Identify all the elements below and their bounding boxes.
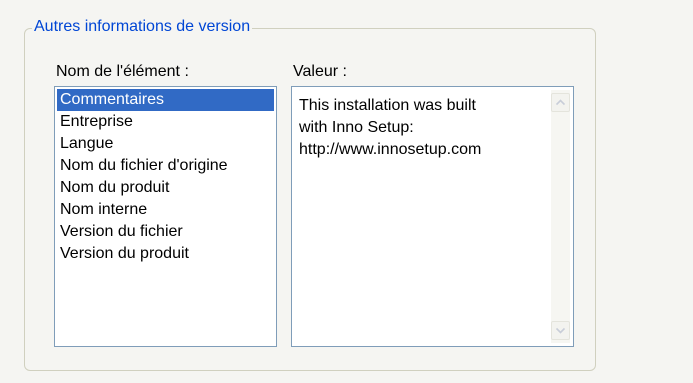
list-item-version-du-fichier[interactable]: Version du fichier: [57, 221, 274, 243]
value-line: http://www.innosetup.com: [299, 141, 482, 158]
item-name-listbox[interactable]: Commentaires Entreprise Langue Nom du fi…: [54, 86, 277, 347]
list-item-nom-interne[interactable]: Nom interne: [57, 199, 274, 221]
list-item-version-du-produit[interactable]: Version du produit: [57, 243, 274, 265]
list-item-commentaires[interactable]: Commentaires: [57, 89, 274, 111]
value-line: This installation was built: [299, 97, 476, 114]
value-text: This installation was built with Inno Se…: [299, 95, 539, 161]
list-item-langue[interactable]: Langue: [57, 133, 274, 155]
value-scrollbar[interactable]: [551, 90, 570, 343]
list-item-nom-du-produit[interactable]: Nom du produit: [57, 177, 274, 199]
arrow-down-icon: [556, 327, 565, 334]
list-item-nom-du-fichier-d-origine[interactable]: Nom du fichier d'origine: [57, 155, 274, 177]
groupbox-legend: Autres informations de version: [32, 17, 253, 37]
item-name-label: Nom de l'élément :: [56, 63, 189, 80]
arrow-up-icon: [556, 99, 565, 106]
value-textbox[interactable]: This installation was built with Inno Se…: [291, 86, 574, 347]
scroll-down-button[interactable]: [551, 321, 570, 340]
value-line: with Inno Setup:: [299, 119, 414, 136]
value-label: Valeur :: [293, 63, 347, 80]
scroll-up-button[interactable]: [551, 93, 570, 112]
list-item-entreprise[interactable]: Entreprise: [57, 111, 274, 133]
